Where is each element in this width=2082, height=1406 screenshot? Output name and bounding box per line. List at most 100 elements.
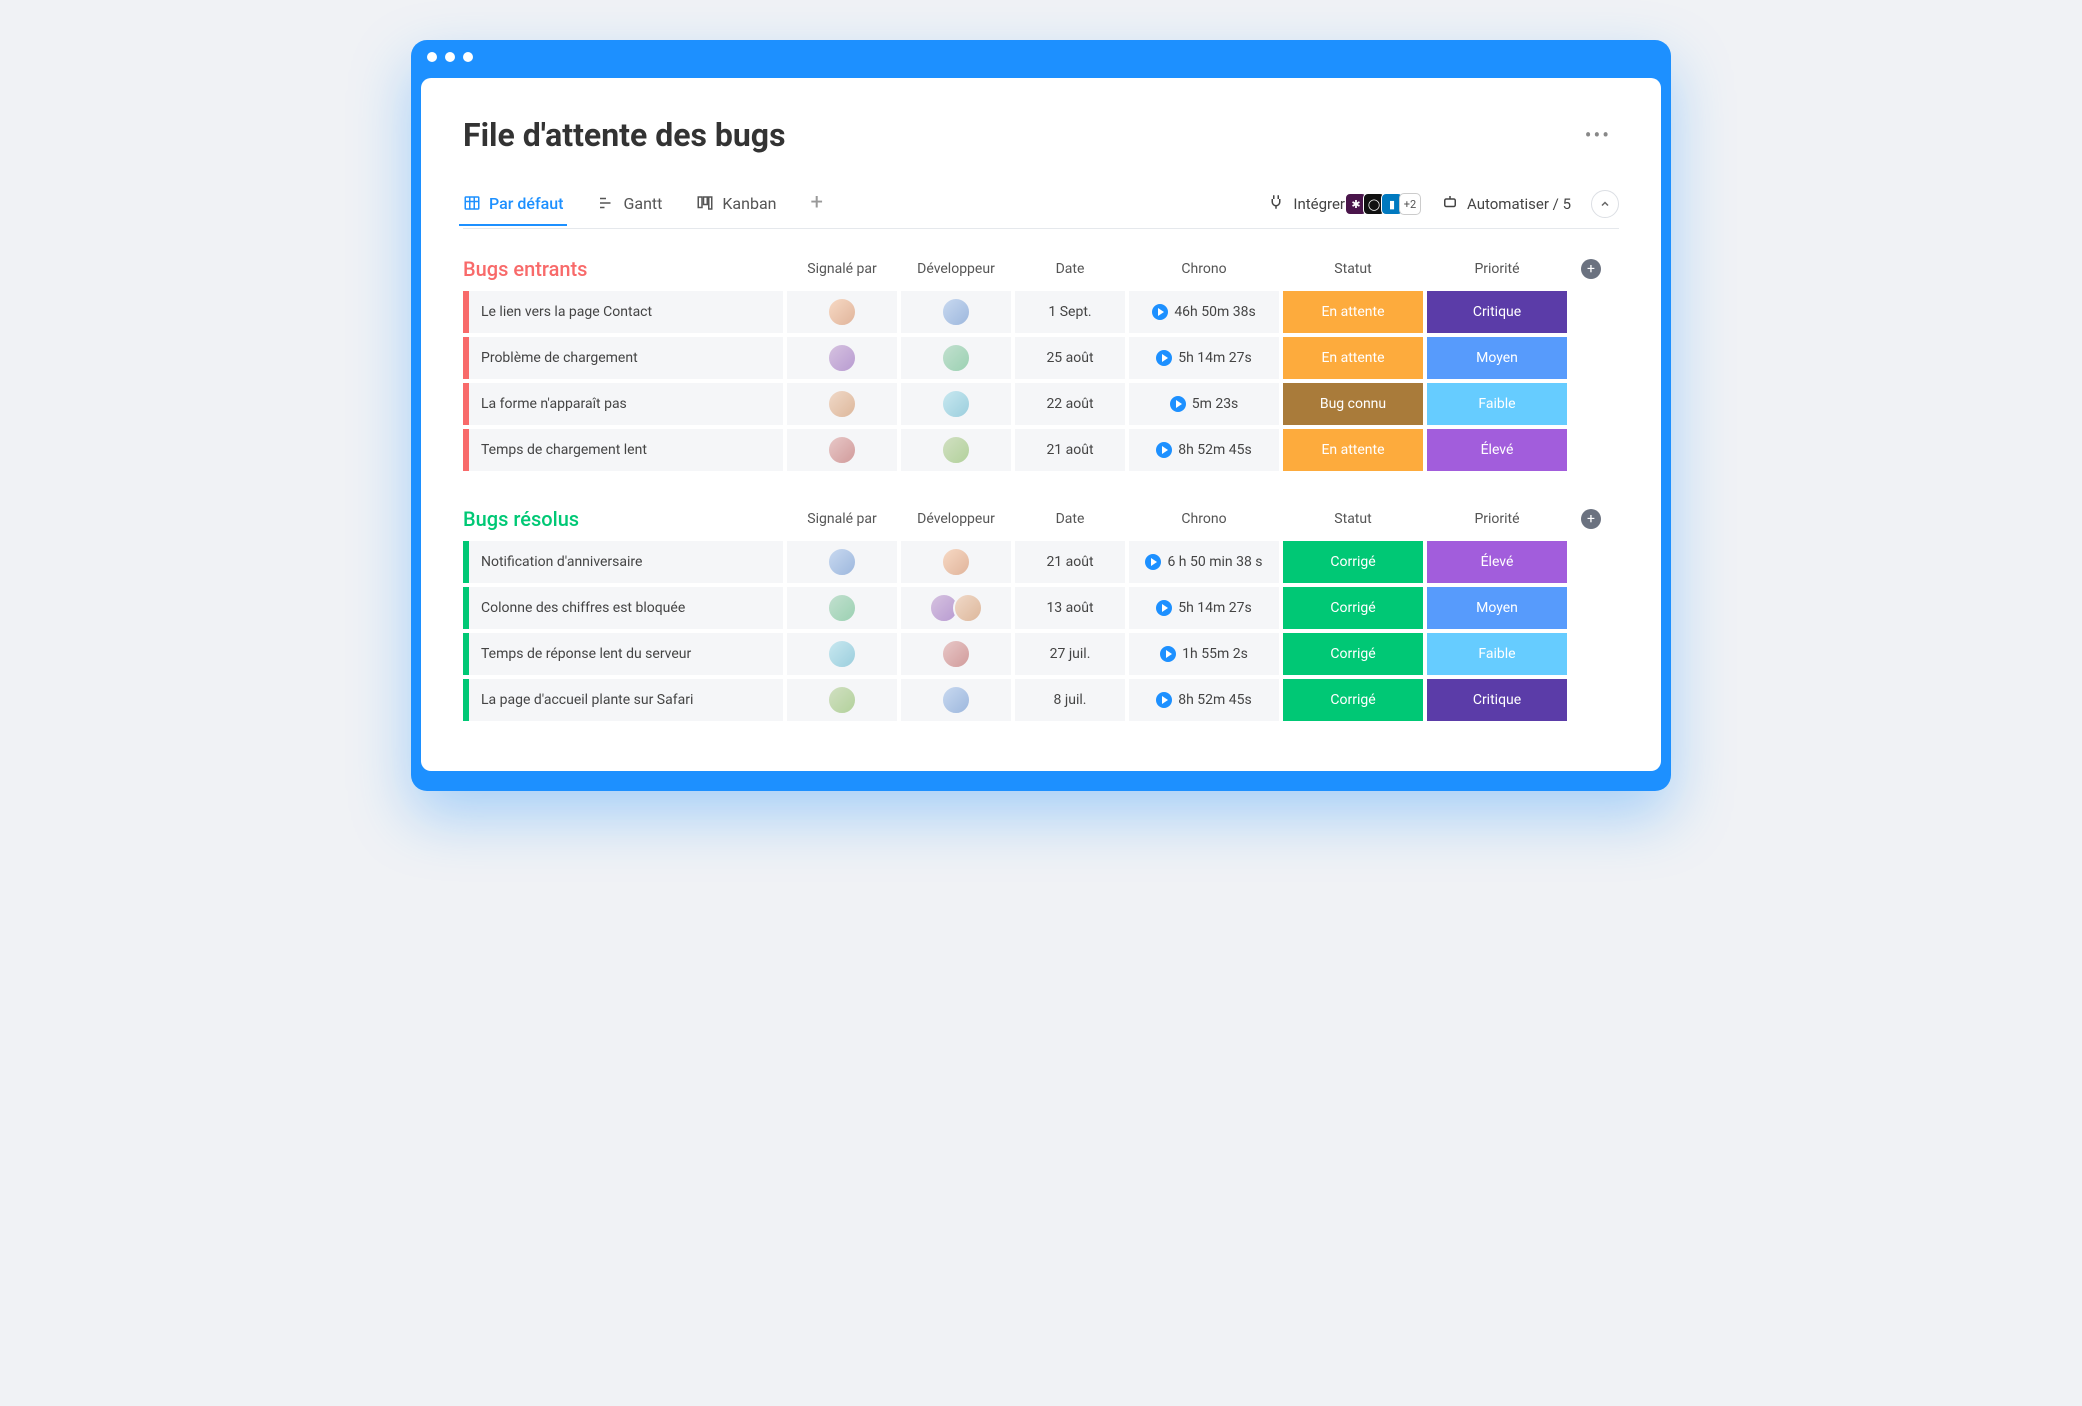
task-name-cell[interactable]: Temps de chargement lent	[463, 429, 783, 471]
developer-cell[interactable]	[901, 429, 1011, 471]
date-cell[interactable]: 21 août	[1015, 541, 1125, 583]
play-icon[interactable]	[1156, 350, 1172, 366]
play-icon[interactable]	[1145, 554, 1161, 570]
status-cell[interactable]: En attente	[1283, 429, 1423, 471]
add-column-button[interactable]: +	[1581, 259, 1601, 279]
developer-cell[interactable]	[901, 291, 1011, 333]
date-cell[interactable]: 1 Sept.	[1015, 291, 1125, 333]
play-icon[interactable]	[1152, 304, 1168, 320]
timer-cell[interactable]: 6 h 50 min 38 s	[1129, 541, 1279, 583]
reporter-cell[interactable]	[787, 383, 897, 425]
reporter-cell[interactable]	[787, 679, 897, 721]
priority-cell[interactable]: Élevé	[1427, 541, 1567, 583]
developer-cell[interactable]	[901, 541, 1011, 583]
table-row[interactable]: La page d'accueil plante sur Safari 8 jui…	[463, 679, 1619, 721]
status-cell[interactable]: En attente	[1283, 291, 1423, 333]
status-cell[interactable]: Corrigé	[1283, 541, 1423, 583]
column-header-reporter[interactable]: Signalé par	[787, 511, 897, 527]
status-cell[interactable]: Corrigé	[1283, 679, 1423, 721]
column-header-reporter[interactable]: Signalé par	[787, 261, 897, 277]
priority-cell[interactable]: Moyen	[1427, 587, 1567, 629]
automate-button[interactable]: Automatiser / 5	[1441, 193, 1571, 215]
task-name-cell[interactable]: Le lien vers la page Contact	[463, 291, 783, 333]
table-row[interactable]: Temps de réponse lent du serveur 27 juil.…	[463, 633, 1619, 675]
timer-cell[interactable]: 8h 52m 45s	[1129, 429, 1279, 471]
play-icon[interactable]	[1160, 646, 1176, 662]
table-row[interactable]: Le lien vers la page Contact 1 Sept.46h 5…	[463, 291, 1619, 333]
date-cell[interactable]: 21 août	[1015, 429, 1125, 471]
date-cell[interactable]: 27 juil.	[1015, 633, 1125, 675]
group-title[interactable]: Bugs résolus	[463, 507, 783, 531]
play-icon[interactable]	[1156, 600, 1172, 616]
task-name-cell[interactable]: Colonne des chiffres est bloquée	[463, 587, 783, 629]
priority-cell[interactable]: Critique	[1427, 291, 1567, 333]
table-row[interactable]: Notification d'anniversaire 21 août6 h 50…	[463, 541, 1619, 583]
priority-cell[interactable]: Moyen	[1427, 337, 1567, 379]
group-title[interactable]: Bugs entrants	[463, 257, 783, 281]
avatar	[827, 297, 857, 327]
task-name-cell[interactable]: La forme n'apparaît pas	[463, 383, 783, 425]
add-view-button[interactable]: +	[810, 195, 822, 223]
column-header-status[interactable]: Statut	[1283, 261, 1423, 277]
timer-cell[interactable]: 5h 14m 27s	[1129, 587, 1279, 629]
date-cell[interactable]: 8 juil.	[1015, 679, 1125, 721]
priority-cell[interactable]: Critique	[1427, 679, 1567, 721]
view-tab-kanban[interactable]: Kanban	[696, 194, 776, 225]
task-name-cell[interactable]: La page d'accueil plante sur Safari	[463, 679, 783, 721]
reporter-cell[interactable]	[787, 587, 897, 629]
table-row[interactable]: Colonne des chiffres est bloquée 13 août5…	[463, 587, 1619, 629]
timer-cell[interactable]: 8h 52m 45s	[1129, 679, 1279, 721]
column-header-developer[interactable]: Développeur	[901, 511, 1011, 527]
add-column-button[interactable]: +	[1581, 509, 1601, 529]
status-cell[interactable]: Corrigé	[1283, 587, 1423, 629]
more-integrations-badge[interactable]: +2	[1399, 193, 1421, 215]
task-name-cell[interactable]: Problème de chargement	[463, 337, 783, 379]
table-row[interactable]: La forme n'apparaît pas 22 août 5m 23s Bug …	[463, 383, 1619, 425]
reporter-cell[interactable]	[787, 541, 897, 583]
date-cell[interactable]: 13 août	[1015, 587, 1125, 629]
timer-cell[interactable]: 46h 50m 38s	[1129, 291, 1279, 333]
table-row[interactable]: Temps de chargement lent 21 août8h 52m 45…	[463, 429, 1619, 471]
column-header-timer[interactable]: Chrono	[1129, 511, 1279, 527]
column-header-priority[interactable]: Priorité	[1427, 261, 1567, 277]
column-header-developer[interactable]: Développeur	[901, 261, 1011, 277]
column-header-priority[interactable]: Priorité	[1427, 511, 1567, 527]
timer-cell[interactable]: 1h 55m 2s	[1129, 633, 1279, 675]
column-header-date[interactable]: Date	[1015, 261, 1125, 277]
reporter-cell[interactable]	[787, 633, 897, 675]
status-cell[interactable]: Bug connu	[1283, 383, 1423, 425]
developer-cell[interactable]	[901, 337, 1011, 379]
status-cell[interactable]: Corrigé	[1283, 633, 1423, 675]
view-tab-default[interactable]: Par défaut	[463, 194, 563, 225]
view-tab-gantt[interactable]: Gantt	[597, 194, 662, 225]
priority-cell[interactable]: Faible	[1427, 633, 1567, 675]
more-options-button[interactable]: •••	[1577, 119, 1619, 151]
timer-cell[interactable]: 5m 23s	[1129, 383, 1279, 425]
priority-cell[interactable]: Élevé	[1427, 429, 1567, 471]
developer-cell[interactable]	[901, 383, 1011, 425]
play-icon[interactable]	[1170, 396, 1186, 412]
table-row[interactable]: Problème de chargement 25 août5h 14m 27sE…	[463, 337, 1619, 379]
developer-cell[interactable]	[901, 587, 1011, 629]
column-header-date[interactable]: Date	[1015, 511, 1125, 527]
column-header-timer[interactable]: Chrono	[1129, 261, 1279, 277]
reporter-cell[interactable]	[787, 337, 897, 379]
collapse-toolbar-button[interactable]	[1591, 190, 1619, 218]
date-cell[interactable]: 22 août	[1015, 383, 1125, 425]
play-icon[interactable]	[1156, 692, 1172, 708]
column-header-status[interactable]: Statut	[1283, 511, 1423, 527]
reporter-cell[interactable]	[787, 429, 897, 471]
integrate-button[interactable]: Intégrer ✱ ◯ ▮ +2	[1267, 193, 1421, 215]
task-name-cell[interactable]: Notification d'anniversaire	[463, 541, 783, 583]
timer-cell[interactable]: 5h 14m 27s	[1129, 337, 1279, 379]
play-icon[interactable]	[1156, 442, 1172, 458]
developer-cell[interactable]	[901, 679, 1011, 721]
timer-value: 8h 52m 45s	[1178, 692, 1252, 708]
developer-cell[interactable]	[901, 633, 1011, 675]
reporter-cell[interactable]	[787, 291, 897, 333]
task-name-cell[interactable]: Temps de réponse lent du serveur	[463, 633, 783, 675]
timer-value: 5m 23s	[1192, 396, 1239, 412]
status-cell[interactable]: En attente	[1283, 337, 1423, 379]
date-cell[interactable]: 25 août	[1015, 337, 1125, 379]
priority-cell[interactable]: Faible	[1427, 383, 1567, 425]
